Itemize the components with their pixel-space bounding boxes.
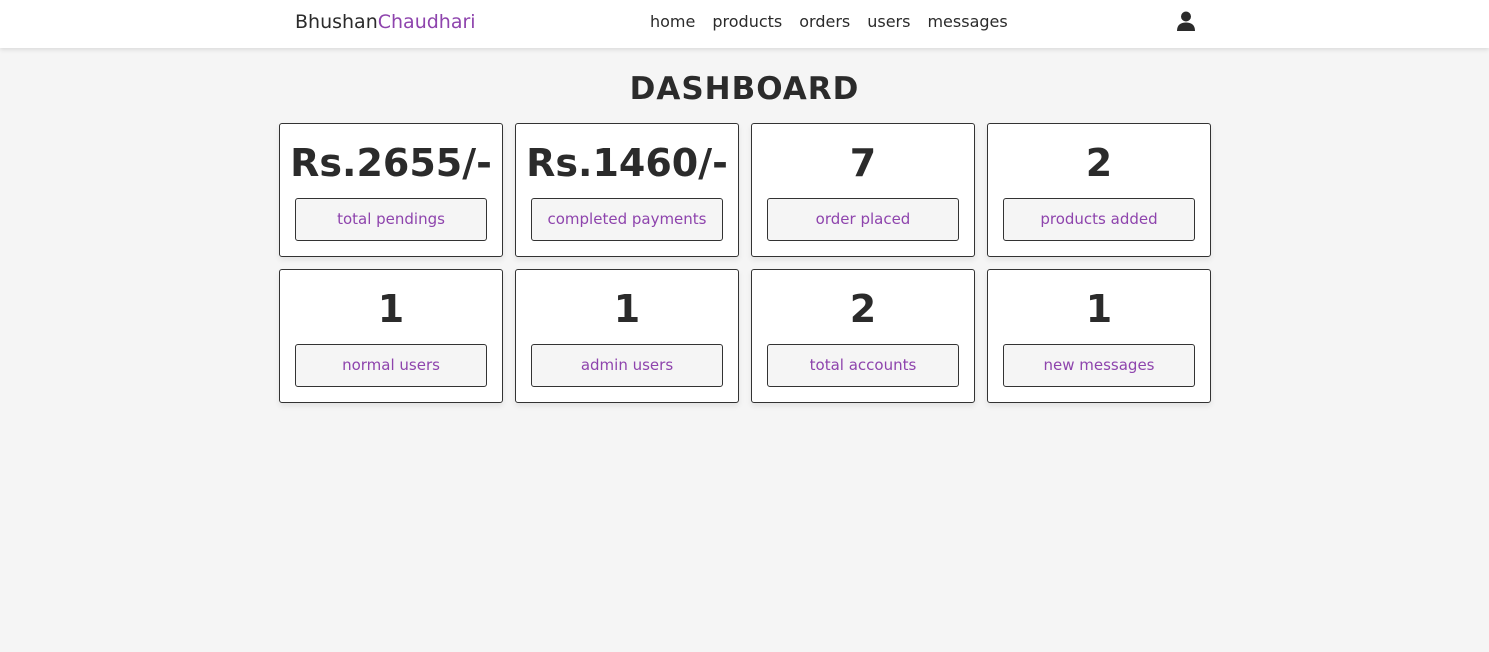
logo-last-name: Chaudhari	[377, 11, 476, 33]
products-added-button[interactable]: products added	[1003, 198, 1195, 241]
dashboard-grid: Rs.2655/- total pendings Rs.1460/- compl…	[279, 123, 1211, 403]
main-nav: home products orders users messages	[650, 12, 1008, 34]
card-admin-users: 1 admin users	[515, 269, 739, 403]
card-total-pendings: Rs.2655/- total pendings	[279, 123, 503, 257]
card-total-accounts: 2 total accounts	[751, 269, 975, 403]
site-logo[interactable]: BhushanChaudhari	[295, 10, 476, 34]
nav-products[interactable]: products	[712, 12, 782, 34]
total-pendings-button[interactable]: total pendings	[295, 198, 487, 241]
logo-first-name: Bhushan	[295, 11, 378, 33]
card-value: 2	[1085, 141, 1113, 185]
card-value: 1	[1085, 287, 1113, 331]
page-title: DASHBOARD	[629, 71, 860, 107]
total-accounts-button[interactable]: total accounts	[767, 344, 959, 387]
nav-users[interactable]: users	[867, 12, 910, 34]
normal-users-button[interactable]: normal users	[295, 344, 487, 387]
card-products-added: 2 products added	[987, 123, 1211, 257]
card-value: 2	[849, 287, 877, 331]
card-value: 1	[377, 287, 405, 331]
nav-orders[interactable]: orders	[799, 12, 850, 34]
completed-payments-button[interactable]: completed payments	[531, 198, 723, 241]
card-value: Rs.1460/-	[526, 141, 728, 185]
top-header: BhushanChaudhari home products orders us…	[0, 0, 1489, 48]
card-value: 7	[849, 141, 877, 185]
card-value: Rs.2655/-	[290, 141, 492, 185]
nav-home[interactable]: home	[650, 12, 695, 34]
nav-messages[interactable]: messages	[927, 12, 1007, 34]
new-messages-button[interactable]: new messages	[1003, 344, 1195, 387]
card-normal-users: 1 normal users	[279, 269, 503, 403]
card-order-placed: 7 order placed	[751, 123, 975, 257]
admin-users-button[interactable]: admin users	[531, 344, 723, 387]
card-new-messages: 1 new messages	[987, 269, 1211, 403]
card-completed-payments: Rs.1460/- completed payments	[515, 123, 739, 257]
order-placed-button[interactable]: order placed	[767, 198, 959, 241]
card-value: 1	[613, 287, 641, 331]
user-icon[interactable]	[1175, 10, 1197, 32]
user-icon-svg	[1177, 11, 1195, 31]
